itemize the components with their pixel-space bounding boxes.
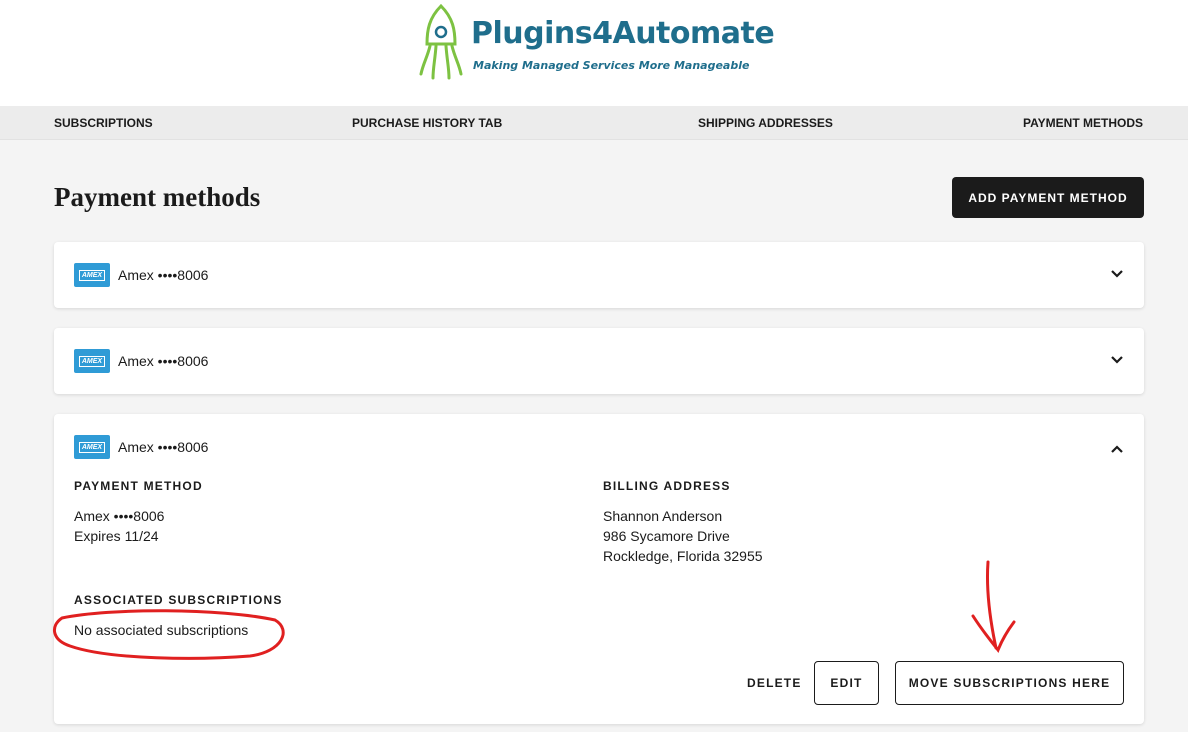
tab-shipping-addresses[interactable]: SHIPPING ADDRESSES: [698, 116, 833, 130]
amex-card-icon: AMEX: [74, 349, 110, 373]
brand-tagline: Making Managed Services More Manageable: [473, 59, 750, 72]
amex-brand-mark: AMEX: [78, 269, 106, 281]
card-label: Amex ••••8006: [118, 267, 209, 283]
payment-card-3: AMEX Amex ••••8006 PAYMENT METHOD Amex •…: [54, 414, 1144, 724]
chevron-up-icon[interactable]: [1110, 442, 1124, 456]
amex-brand-mark: AMEX: [78, 355, 106, 367]
amex-card-icon: AMEX: [74, 435, 110, 459]
payment-card-header[interactable]: AMEX Amex ••••8006: [54, 414, 1144, 480]
brand-name: Plugins4Automate: [471, 16, 775, 51]
card-label: Amex ••••8006: [118, 353, 209, 369]
payment-card-header[interactable]: AMEX Amex ••••8006: [54, 328, 1144, 394]
payment-card-number: Amex ••••8006: [74, 508, 165, 524]
site-header: Plugins4Automate Making Managed Services…: [0, 0, 1188, 106]
amex-brand-mark: AMEX: [78, 441, 106, 453]
billing-address-heading: BILLING ADDRESS: [603, 479, 731, 493]
chevron-down-icon[interactable]: [1110, 267, 1124, 281]
page-title: Payment methods: [54, 182, 261, 212]
billing-street: 986 Sycamore Drive: [603, 528, 730, 544]
add-payment-method-button[interactable]: ADD PAYMENT METHOD: [952, 177, 1144, 218]
amex-card-icon: AMEX: [74, 263, 110, 287]
associated-subscriptions-heading: ASSOCIATED SUBSCRIPTIONS: [74, 593, 283, 607]
payment-card-1: AMEX Amex ••••8006: [54, 242, 1144, 308]
payment-card-2: AMEX Amex ••••8006: [54, 328, 1144, 394]
tab-purchase-history[interactable]: PURCHASE HISTORY TAB: [352, 116, 502, 130]
tab-payment-methods[interactable]: PAYMENT METHODS: [1023, 116, 1143, 130]
delete-button[interactable]: DELETE: [747, 676, 802, 690]
payment-card-header[interactable]: AMEX Amex ••••8006: [54, 242, 1144, 308]
move-subscriptions-button[interactable]: MOVE SUBSCRIPTIONS HERE: [895, 661, 1124, 705]
tab-subscriptions[interactable]: SUBSCRIPTIONS: [54, 116, 153, 130]
chevron-down-icon[interactable]: [1110, 353, 1124, 367]
payment-card-expiry: Expires 11/24: [74, 528, 159, 544]
account-nav: SUBSCRIPTIONS PURCHASE HISTORY TAB SHIPP…: [0, 106, 1188, 140]
billing-name: Shannon Anderson: [603, 508, 723, 524]
associated-subscriptions-value: No associated subscriptions: [74, 622, 249, 638]
brand-logo[interactable]: Plugins4Automate Making Managed Services…: [415, 4, 775, 82]
billing-city: Rockledge, Florida 32955: [603, 548, 763, 564]
card-label: Amex ••••8006: [118, 439, 209, 455]
payment-method-heading: PAYMENT METHOD: [74, 479, 203, 493]
squid-logo-icon: [419, 4, 463, 80]
edit-button[interactable]: EDIT: [814, 661, 879, 705]
